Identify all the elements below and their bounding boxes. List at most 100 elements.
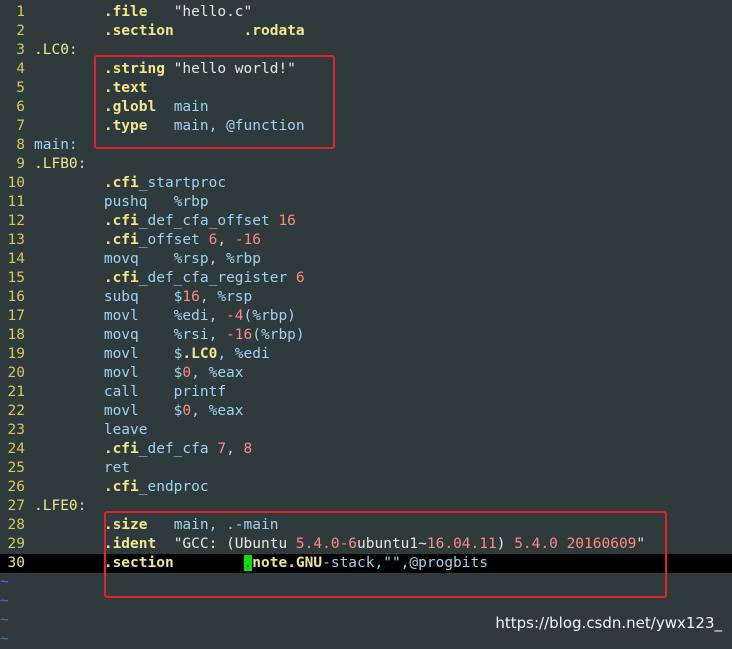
line-number: 24 <box>7 441 25 457</box>
code-token: , %edi <box>217 346 270 362</box>
line-number: 15 <box>7 270 25 286</box>
line-number: 17 <box>7 308 25 324</box>
code-line[interactable]: 11 pushq %rbp <box>0 193 732 212</box>
code-token: main: <box>34 137 78 153</box>
code-text: movq %rsi, -16(%rbp) <box>34 326 305 345</box>
code-line[interactable]: 25 ret <box>0 459 732 478</box>
code-token: -16 <box>226 327 253 343</box>
code-token: _def_cfa_offset <box>138 213 279 229</box>
code-token: movq %rsi, <box>34 327 227 343</box>
code-text: .LC0: <box>34 41 78 60</box>
line-number: 26 <box>7 479 25 495</box>
code-token: .LC0 <box>34 42 69 58</box>
code-token: ret <box>34 460 131 476</box>
code-token: .rodata <box>243 23 305 39</box>
code-token: .cfi <box>103 213 139 229</box>
code-token: movl $ <box>34 403 183 419</box>
code-token: .cfi <box>103 175 139 191</box>
line-number: 8 <box>16 137 25 153</box>
code-line[interactable]: 9 .LFB0: <box>0 155 732 174</box>
line-number: 20 <box>7 365 25 381</box>
code-line[interactable]: 15 .cfi_def_cfa_register 6 <box>0 269 732 288</box>
code-token: -4 <box>226 308 244 324</box>
code-token: _def_cfa <box>138 441 218 457</box>
line-number: 29 <box>7 536 25 552</box>
code-token: movl $ <box>34 365 183 381</box>
code-token: 16 <box>182 289 200 305</box>
code-text: subq $16, %rsp <box>34 288 252 307</box>
code-token: , %rsp <box>199 289 253 305</box>
code-line[interactable]: 16 subq $16, %rsp <box>0 288 732 307</box>
line-number: 16 <box>7 289 25 305</box>
code-token: , %eax <box>191 365 244 381</box>
line-number: 3 <box>16 42 25 58</box>
code-token: _startproc <box>138 175 227 191</box>
code-line[interactable]: 24 .cfi_def_cfa 7, 8 <box>0 440 732 459</box>
code-text: movl $.LC0, %edi <box>34 345 270 364</box>
line-number: 4 <box>16 61 25 77</box>
line-number: 28 <box>7 517 25 533</box>
line-number: 13 <box>7 232 25 248</box>
code-line[interactable]: 23 leave <box>0 421 732 440</box>
code-token: subq $ <box>34 289 183 305</box>
code-line[interactable]: 12 .cfi_def_cfa_offset 16 <box>0 212 732 231</box>
code-text: .file "hello.c" <box>34 3 252 22</box>
code-text: call printf <box>34 383 226 402</box>
code-token: 0 <box>182 403 192 419</box>
code-line[interactable]: 26 .cfi_endproc <box>0 478 732 497</box>
line-number: 5 <box>16 80 25 96</box>
line-number: 7 <box>16 118 25 134</box>
highlight-box-string-directives <box>94 55 335 149</box>
code-token: pushq %rbp <box>34 194 209 210</box>
code-text: movl $0, %eax <box>34 402 244 421</box>
code-token: 6 <box>295 270 305 286</box>
code-text: pushq %rbp <box>34 193 209 212</box>
line-number: 1 <box>16 4 25 20</box>
code-line[interactable]: 14 movq %rsp, %rbp <box>0 250 732 269</box>
code-token: leave <box>34 422 148 438</box>
code-token: 16 <box>278 213 296 229</box>
code-token: .cfi <box>103 479 139 495</box>
code-line[interactable]: 19 movl $.LC0, %edi <box>0 345 732 364</box>
code-line[interactable]: 1 .file "hello.c" <box>0 3 732 22</box>
line-number: 19 <box>7 346 25 362</box>
code-line[interactable]: 17 movl %edi, -4(%rbp) <box>0 307 732 326</box>
code-token: .cfi <box>103 232 139 248</box>
code-line[interactable]: 18 movq %rsi, -16(%rbp) <box>0 326 732 345</box>
code-text: .cfi_def_cfa_offset 16 <box>34 212 296 231</box>
code-text: .cfi_startproc <box>34 174 226 193</box>
code-token: "hello.c" <box>147 4 253 20</box>
code-token: _endproc <box>138 479 209 495</box>
code-line[interactable]: 21 call printf <box>0 383 732 402</box>
code-line[interactable]: 22 movl $0, %eax <box>0 402 732 421</box>
empty-line-marker: ~ <box>0 593 9 609</box>
code-token: 7 <box>217 441 227 457</box>
line-number: 14 <box>7 251 25 267</box>
highlight-box-size-ident-section <box>104 511 667 598</box>
code-token: -16 <box>234 232 262 248</box>
line-number: 2 <box>16 23 25 39</box>
code-text: .LFB0: <box>34 155 86 174</box>
code-text: movl $0, %eax <box>34 364 244 383</box>
code-token: _def_cfa_register <box>138 270 296 286</box>
line-number: 21 <box>7 384 25 400</box>
line-number: 30 <box>7 555 25 571</box>
line-number: 11 <box>7 194 25 210</box>
code-line[interactable]: 20 movl $0, %eax <box>0 364 732 383</box>
code-text: .cfi_offset 6, -16 <box>34 231 261 250</box>
empty-line-marker: ~ <box>0 612 9 628</box>
code-text: main: <box>34 136 78 155</box>
code-line[interactable]: 13 .cfi_offset 6, -16 <box>0 231 732 250</box>
code-token: .section <box>103 23 174 39</box>
code-line[interactable]: 10 .cfi_startproc <box>0 174 732 193</box>
code-line[interactable]: 2 .section .rodata <box>0 22 732 41</box>
line-number: 27 <box>7 498 25 514</box>
